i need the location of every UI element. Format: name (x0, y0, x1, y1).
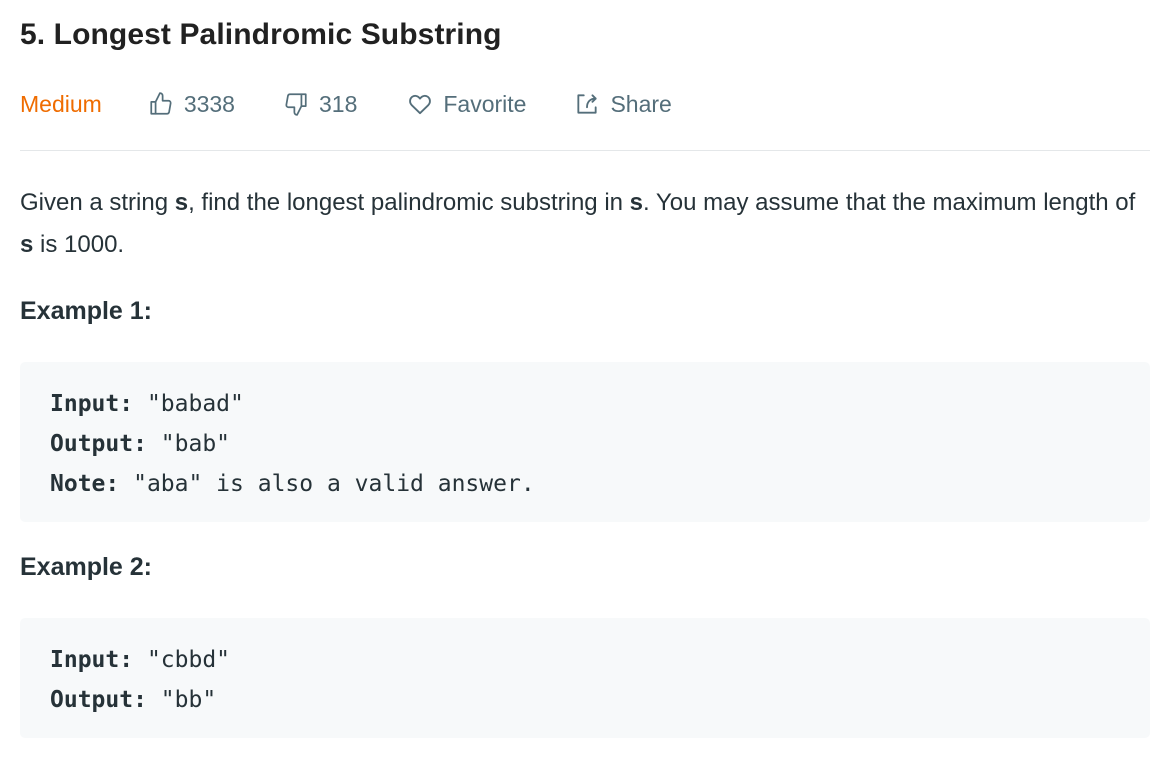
description-variable: s (629, 189, 644, 216)
problem-title: 5. Longest Palindromic Substring (20, 18, 502, 51)
input-label: Input: (50, 391, 134, 417)
output-value: "bb" (146, 687, 217, 713)
dislike-count: 318 (318, 90, 358, 117)
share-label: Share (610, 90, 672, 117)
difficulty-badge: Medium (20, 90, 102, 117)
input-value: "cbbd" (133, 647, 231, 673)
example-2-codeblock: Input: "cbbd" Output: "bb" (20, 618, 1150, 738)
problem-description: Given a string s, find the longest palin… (20, 182, 1150, 266)
example-1-codeblock: Input: "babad" Output: "bab" Note: "aba"… (20, 362, 1150, 522)
description-variable: s (20, 231, 34, 258)
dislike-button[interactable]: 318 (283, 91, 357, 118)
description-text: Given a string (20, 189, 175, 216)
example-note-line: Note: "aba" is also a valid answer. (50, 464, 1120, 504)
favorite-button[interactable]: Favorite (407, 91, 526, 118)
description-text: . You may assume that the maximum length… (643, 189, 1136, 216)
output-value: "bab" (146, 431, 231, 457)
output-label: Output: (50, 431, 147, 457)
description-variable: s (174, 189, 189, 216)
example-2-heading: Example 2: (20, 553, 153, 581)
example-input-line: Input: "babad" (50, 384, 1120, 424)
example-1-heading: Example 1: (20, 297, 153, 325)
example-output-line: Output: "bab" (50, 424, 1120, 464)
header-divider (20, 150, 1150, 151)
input-value: "babad" (133, 391, 244, 417)
note-label: Note: (50, 471, 120, 497)
example-input-line: Input: "cbbd" (50, 640, 1120, 680)
example-output-line: Output: "bb" (50, 680, 1120, 720)
thumbs-up-icon (148, 91, 184, 117)
input-label: Input: (50, 647, 134, 673)
description-text: is 1000. (33, 231, 125, 258)
share-button[interactable]: Share (574, 90, 672, 118)
output-label: Output: (50, 687, 147, 713)
problem-meta-bar: Medium 3338 318 Favorite Share (20, 84, 1150, 124)
share-icon (574, 91, 610, 117)
favorite-label: Favorite (443, 90, 527, 117)
like-count: 3338 (183, 90, 235, 117)
note-value: "aba" is also a valid answer. (119, 471, 535, 497)
description-text: , find the longest palindromic substring… (188, 189, 630, 216)
like-button[interactable]: 3338 (148, 91, 235, 118)
heart-icon (407, 91, 443, 117)
thumbs-down-icon (283, 91, 319, 117)
